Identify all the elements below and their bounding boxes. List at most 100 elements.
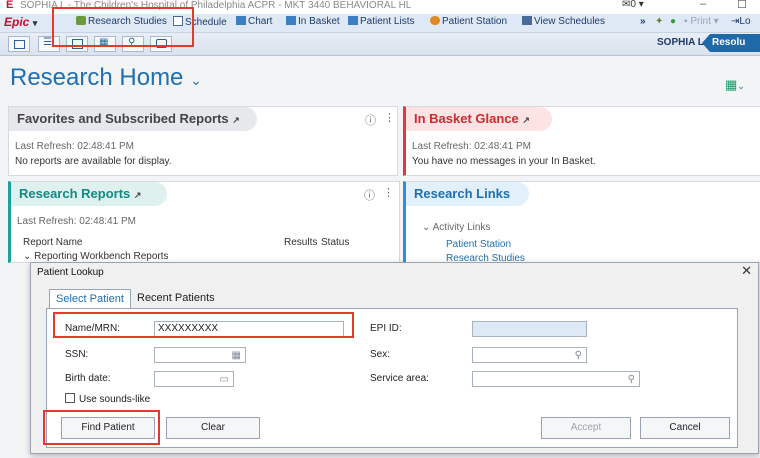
inbasket-last-refresh: Last Refresh: 02:48:41 PM — [412, 141, 531, 152]
sex-label: Sex: — [370, 349, 391, 360]
tab-recent-patients[interactable]: Recent Patients — [131, 289, 221, 307]
user-name[interactable]: SOPHIA L. — [657, 37, 707, 48]
info-icon[interactable]: ⓘ — [364, 187, 375, 203]
toolbar-label: Chart — [248, 16, 273, 27]
more-options-icon[interactable]: ⋮ — [383, 186, 394, 199]
more-options-icon[interactable]: ⋮ — [384, 111, 395, 124]
chevron-down-icon: ⌄ — [23, 251, 32, 262]
activity-links-toggle[interactable]: ⌄ Activity Links — [422, 222, 490, 233]
tab-label: Recent Patients — [137, 292, 215, 304]
mail-icon[interactable]: ✉0 ▾ — [622, 0, 644, 10]
checkbox-icon — [65, 393, 75, 403]
highlight-box-name-mrn — [53, 312, 354, 338]
page-title-text: Research Home — [10, 64, 184, 91]
toolbar-patient-station[interactable]: Patient Station — [430, 16, 507, 27]
cancel-button[interactable]: Cancel — [640, 417, 730, 439]
home-tab-button[interactable] — [8, 36, 30, 52]
inbasket-header: In Basket Glance ↗ — [406, 107, 552, 131]
epi-id-input[interactable] — [472, 321, 587, 337]
patient-station-icon — [430, 16, 440, 25]
research-reports-title: Research Reports — [19, 186, 131, 201]
sounds-like-checkbox[interactable]: Use sounds-like — [65, 393, 150, 405]
layout-menu-button[interactable]: ▦⌄ — [725, 77, 745, 93]
wrench-icon[interactable]: ✦ — [655, 16, 663, 27]
favorites-last-refresh: Last Refresh: 02:48:41 PM — [15, 141, 134, 152]
epic-menu-button[interactable]: Epic ▾ — [4, 15, 37, 29]
minimize-button[interactable]: – — [700, 0, 706, 10]
search-icon[interactable]: ⚲ — [628, 373, 635, 387]
ssn-label: SSN: — [65, 349, 89, 360]
search-icon[interactable]: ⚲ — [575, 349, 582, 363]
inbasket-title: In Basket Glance — [414, 111, 519, 126]
ssn-input[interactable]: ▦ — [154, 347, 246, 363]
dialog-title: Patient Lookup — [37, 267, 104, 278]
print-icon: ▪ — [684, 16, 688, 27]
inbasket-message: You have no messages in your In Basket. — [412, 156, 596, 167]
print-button[interactable]: ▪ Print ▾ — [684, 16, 719, 27]
maximize-button[interactable]: ☐ — [737, 0, 747, 11]
toolbar-label: View Schedules — [534, 16, 605, 27]
log-out-label: Lo — [739, 16, 751, 27]
epi-id-label: EPI ID: — [370, 323, 402, 334]
toolbar-in-basket[interactable]: In Basket — [286, 16, 340, 27]
tab-select-patient[interactable]: Select Patient — [49, 289, 131, 308]
report-group-row[interactable]: ⌄ Reporting Workbench Reports — [23, 251, 169, 262]
tab-label: Select Patient — [56, 293, 124, 305]
home-icon — [14, 40, 25, 49]
sounds-like-label: Use sounds-like — [79, 394, 151, 405]
research-links-title: Research Links — [414, 186, 511, 201]
page-title[interactable]: Research Home ⌄ — [10, 64, 202, 92]
more-icon[interactable]: » — [640, 16, 646, 27]
toolbar-patient-lists[interactable]: Patient Lists — [348, 16, 414, 27]
chart-icon — [236, 16, 246, 25]
research-links-header: Research Links — [406, 182, 529, 206]
epic-e-icon: E — [6, 0, 14, 11]
research-links-panel: Research Links ⌄ Activity Links Patient … — [403, 181, 760, 264]
reports-last-refresh: Last Refresh: 02:48:41 PM — [17, 216, 136, 227]
clear-button[interactable]: Clear — [166, 417, 260, 439]
info-icon[interactable]: ⓘ — [365, 112, 376, 128]
close-icon[interactable]: ✕ — [741, 263, 752, 279]
sex-input[interactable]: ⚲ — [472, 347, 587, 363]
highlight-box-find-patient — [43, 410, 160, 445]
accept-button[interactable]: Accept — [541, 417, 631, 439]
column-status: Status — [321, 237, 350, 248]
globe-icon[interactable]: ● — [670, 16, 676, 27]
service-area-label: Service area: — [370, 373, 429, 384]
chevron-down-icon: ⌄ — [737, 81, 745, 91]
column-report-name: Report Name — [23, 237, 83, 248]
link-patient-station[interactable]: Patient Station — [446, 239, 511, 250]
calendar-icon[interactable]: ▭ — [220, 373, 229, 387]
epic-menu-label: Epic — [4, 15, 30, 29]
research-reports-header: Research Reports ↗ — [11, 182, 167, 206]
popout-icon[interactable]: ↗ — [522, 115, 530, 125]
toolbar-label: Patient Station — [442, 16, 508, 27]
favorites-header: Favorites and Subscribed Reports ↗ — [9, 107, 257, 131]
keypad-icon: ▦ — [231, 350, 241, 361]
inbasket-panel: In Basket Glance ↗ Last Refresh: 02:48:4… — [403, 106, 760, 176]
activity-links-label: Activity Links — [432, 222, 491, 233]
toolbar-chart[interactable]: Chart — [236, 16, 272, 27]
service-area-input[interactable]: ⚲ — [472, 371, 640, 387]
popout-icon[interactable]: ↗ — [134, 190, 142, 200]
column-results: Results — [284, 237, 318, 248]
context-button[interactable]: Resolu — [702, 34, 760, 52]
chevron-down-icon: ⌄ — [190, 72, 202, 88]
toolbar-label: In Basket — [298, 16, 340, 27]
favorites-panel: Favorites and Subscribed Reports ↗ ⓘ ⋮ L… — [8, 106, 398, 176]
birth-date-input[interactable]: ▭ — [154, 371, 234, 387]
log-out-button[interactable]: ⇥Lo — [731, 16, 751, 27]
toolbar-view-schedules[interactable]: View Schedules — [522, 16, 605, 27]
inbasket-icon — [286, 16, 296, 25]
favorites-message: No reports are available for display. — [15, 156, 172, 167]
mail-count: 0 — [630, 0, 636, 10]
patient-list-icon — [348, 16, 358, 25]
research-reports-panel: Research Reports ↗ ⓘ ⋮ Last Refresh: 02:… — [8, 181, 400, 263]
birth-date-label: Birth date: — [65, 373, 111, 384]
view-schedules-icon — [522, 16, 532, 25]
popout-icon[interactable]: ↗ — [232, 115, 240, 125]
chevron-down-icon: ⌄ — [422, 222, 431, 233]
report-group-label: Reporting Workbench Reports — [34, 251, 169, 262]
highlight-box-toolbar — [52, 7, 194, 47]
layout-icon: ▦ — [725, 77, 738, 92]
